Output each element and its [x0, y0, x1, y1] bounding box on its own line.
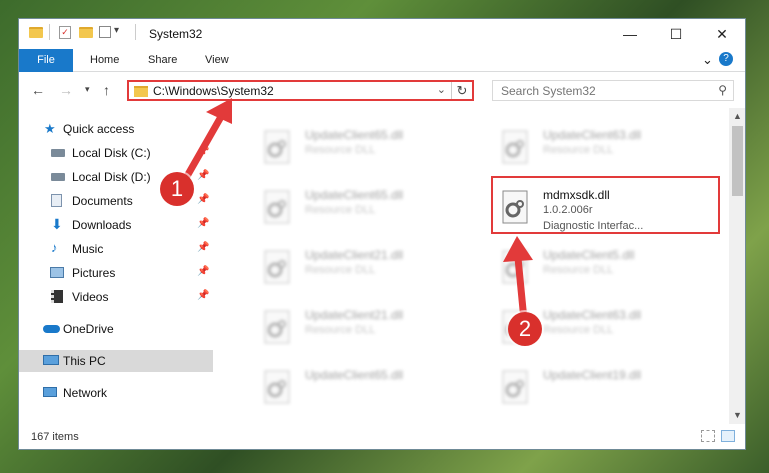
- arrow-2-head: [503, 236, 533, 262]
- arrow-2-shaft: [514, 254, 528, 324]
- callout-badge-1: 1: [160, 172, 194, 206]
- arrow-1-shaft: [178, 111, 226, 189]
- callout-badge-2: 2: [508, 312, 542, 346]
- callout-arrows: [178, 98, 533, 324]
